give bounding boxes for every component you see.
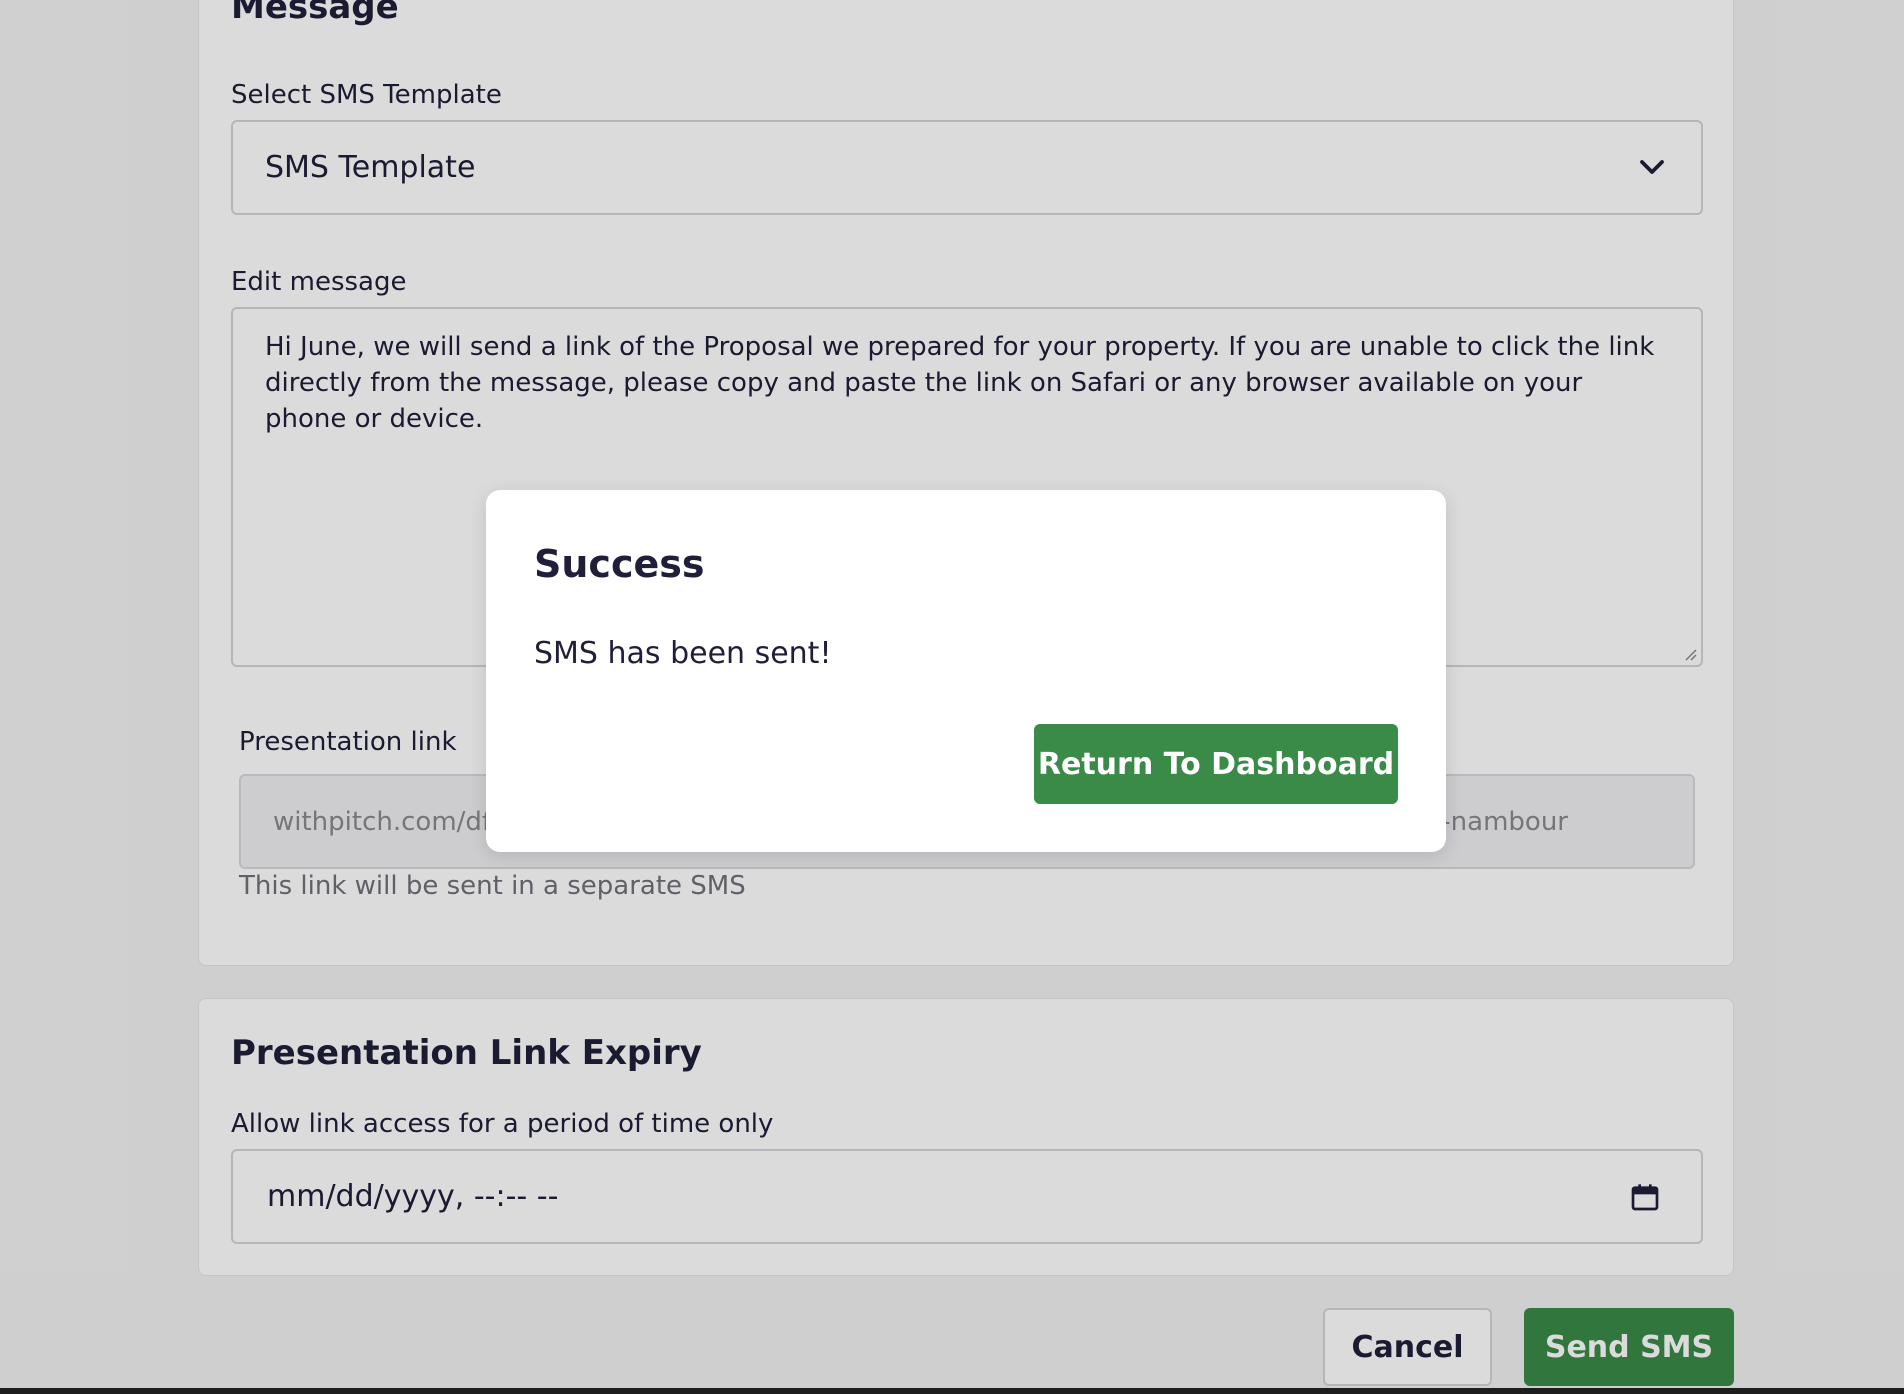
success-modal: Success SMS has been sent! Return To Das… [486,490,1446,852]
modal-title: Success [534,542,705,586]
return-to-dashboard-button[interactable]: Return To Dashboard [1034,724,1398,804]
modal-message: SMS has been sent! [534,636,832,671]
page: Message Select SMS Template SMS Template… [0,0,1904,1394]
